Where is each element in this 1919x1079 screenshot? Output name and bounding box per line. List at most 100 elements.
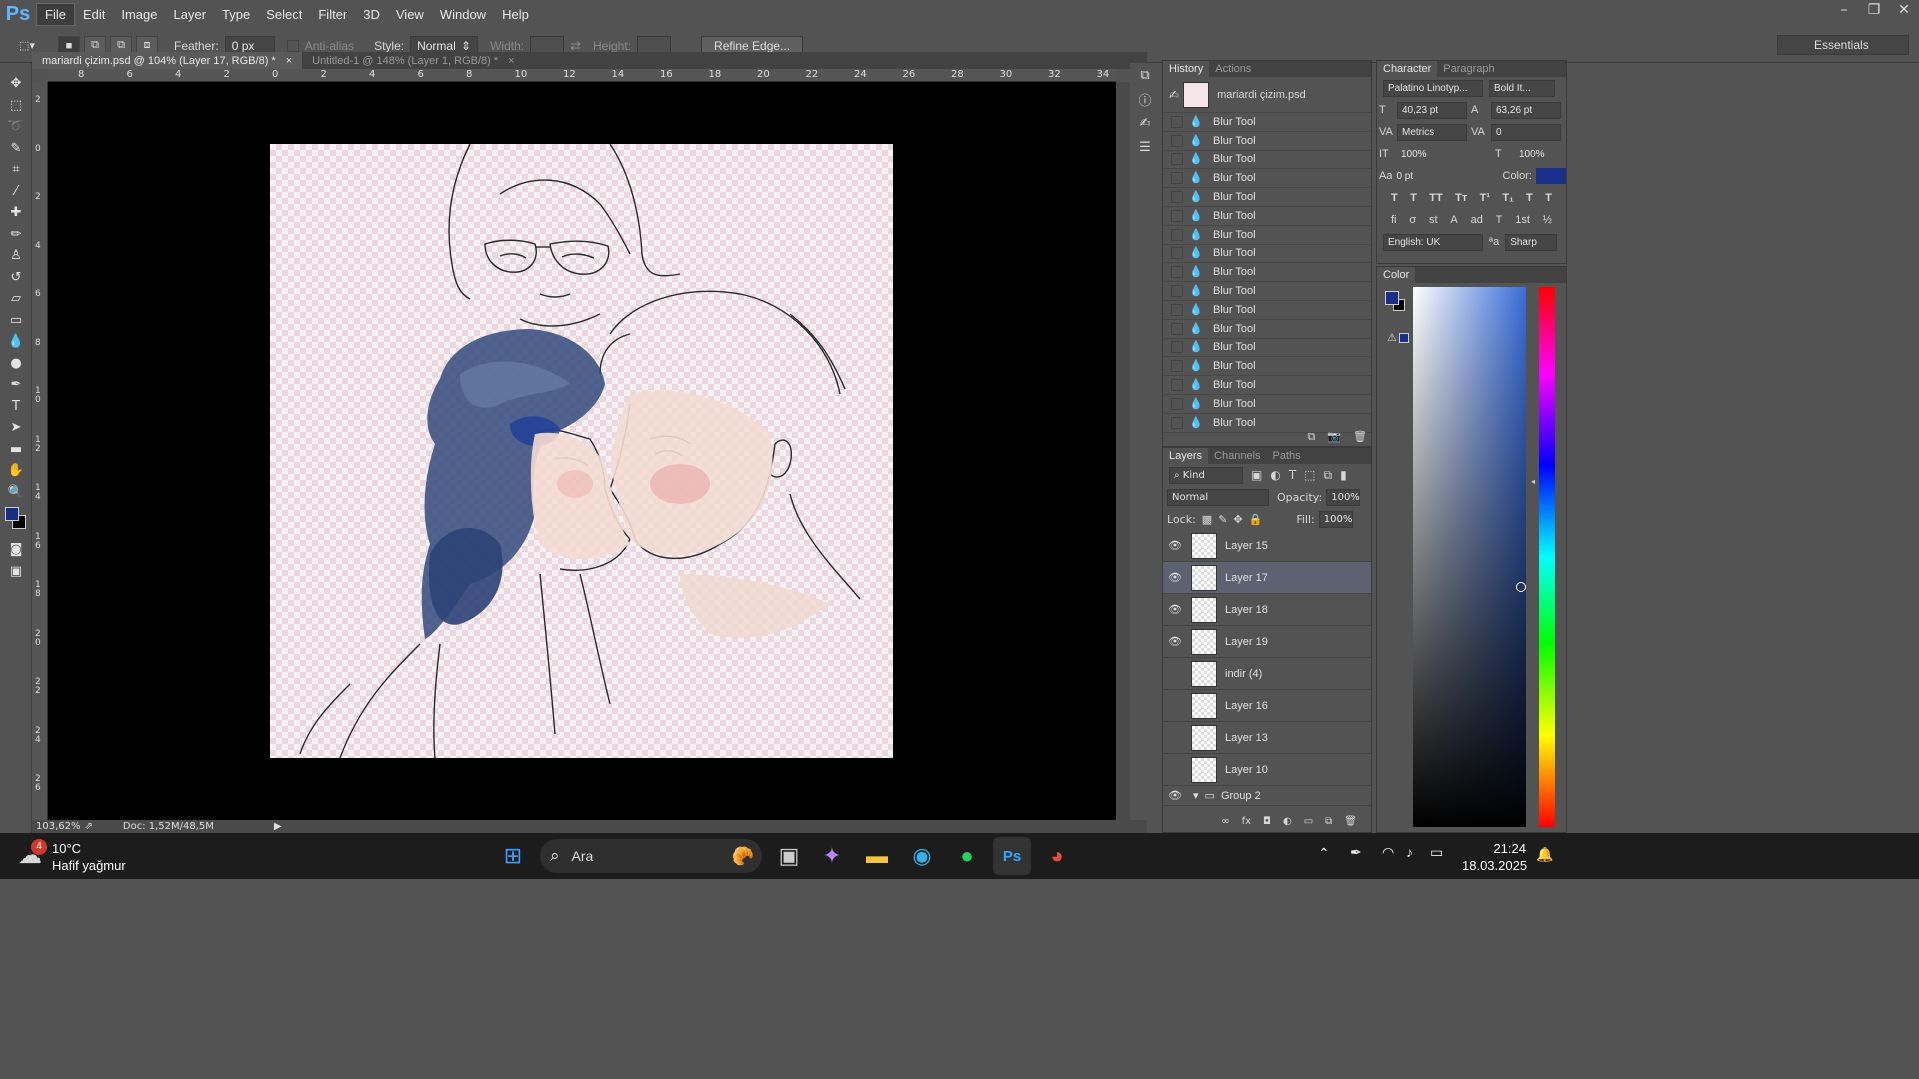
marquee-tool-icon[interactable]: ⬚ — [0, 95, 32, 117]
opentype-button[interactable]: σ — [1409, 214, 1416, 226]
history-snapshot[interactable]: ✍ mariardi çizim.psd — [1163, 77, 1371, 113]
color-swatches[interactable] — [0, 503, 31, 539]
history-brush-source-icon[interactable]: ✍ — [1169, 88, 1179, 102]
trash-icon[interactable]: 🗑 — [1353, 430, 1367, 444]
vertical-scale-input[interactable]: 100% — [1397, 145, 1443, 163]
baseline-shift-input[interactable]: 0 pt — [1392, 167, 1427, 185]
wifi-icon[interactable]: ◠ — [1382, 844, 1394, 861]
history-item[interactable]: 💧 Blur Tool — [1163, 245, 1371, 264]
fx-icon[interactable]: fx — [1242, 816, 1251, 832]
edge-icon[interactable]: ◉ — [903, 837, 941, 875]
menu-3d[interactable]: 3D — [355, 4, 388, 25]
history-source-checkbox[interactable] — [1171, 322, 1183, 335]
filter-smart-icon[interactable]: ⧉ — [1324, 468, 1333, 483]
clock-time[interactable]: 21:24 — [1466, 841, 1526, 856]
color-picker-cursor[interactable] — [1516, 582, 1526, 592]
quick-mask-icon[interactable]: ◙ — [0, 539, 32, 561]
blend-mode-select[interactable]: Normal — [1167, 488, 1269, 506]
menu-window[interactable]: Window — [432, 4, 494, 25]
workspace-select[interactable]: Essentials — [1777, 35, 1909, 55]
blur-tool-icon[interactable]: 💧 — [0, 331, 32, 353]
screen-mode-icon[interactable]: ▣ — [0, 561, 32, 583]
zoom-level[interactable]: 103,62% — [36, 821, 81, 832]
menu-file[interactable]: File — [36, 3, 75, 26]
kerning-select[interactable]: Metrics — [1397, 123, 1467, 141]
weather-temp[interactable]: 10°C — [52, 841, 81, 856]
type-tool-icon[interactable]: T — [0, 396, 32, 418]
history-item[interactable]: 💧 Blur Tool — [1163, 320, 1371, 339]
photoshop-taskbar-icon[interactable]: Ps — [993, 837, 1031, 875]
history-source-checkbox[interactable] — [1171, 228, 1183, 241]
history-source-checkbox[interactable] — [1171, 191, 1183, 204]
antialias-checkbox[interactable] — [286, 39, 299, 52]
lock-position-icon[interactable]: ✥ — [1233, 513, 1242, 526]
close-button[interactable]: ✕ — [1889, 0, 1919, 20]
history-source-checkbox[interactable] — [1171, 397, 1183, 410]
crop-tool-icon[interactable]: ⌗ — [0, 159, 32, 181]
history-source-checkbox[interactable] — [1171, 360, 1183, 373]
eye-icon[interactable]: 👁 — [1163, 635, 1187, 648]
menu-select[interactable]: Select — [258, 4, 310, 25]
tab-paths[interactable]: Paths — [1267, 448, 1307, 464]
history-source-checkbox[interactable] — [1171, 247, 1183, 260]
history-brush-icon[interactable]: ↺ — [0, 267, 32, 289]
layer-row[interactable]: Layer 13 — [1163, 722, 1371, 754]
lock-pixels-icon[interactable]: ✎ — [1218, 513, 1227, 526]
history-item[interactable]: 💧 Blur Tool — [1163, 207, 1371, 226]
type-style-button[interactable]: TT — [1429, 192, 1442, 204]
zoom-tool-icon[interactable]: 🔍 — [0, 482, 32, 504]
type-style-button[interactable]: T₁ — [1502, 192, 1513, 204]
history-source-checkbox[interactable] — [1171, 115, 1183, 128]
color-panel-swatches[interactable] — [1385, 291, 1407, 313]
web-color-icon[interactable] — [1399, 333, 1409, 343]
tab-color[interactable]: Color — [1377, 267, 1416, 283]
fill-input[interactable]: 100% — [1318, 510, 1353, 528]
type-style-button[interactable]: T — [1526, 192, 1533, 204]
history-item[interactable]: 💧 Blur Tool — [1163, 301, 1371, 320]
task-view-icon[interactable]: ▣ — [770, 837, 808, 875]
eraser-tool-icon[interactable]: ▱ — [0, 288, 32, 310]
font-family-select[interactable]: Palatino Linotyp... — [1383, 79, 1483, 97]
menu-help[interactable]: Help — [494, 4, 537, 25]
volume-icon[interactable]: ♪ — [1406, 844, 1413, 860]
menu-view[interactable]: View — [388, 4, 432, 25]
history-source-checkbox[interactable] — [1171, 266, 1183, 279]
history-source-checkbox[interactable] — [1171, 303, 1183, 316]
healing-brush-icon[interactable]: ✚ — [0, 202, 32, 224]
type-style-button[interactable]: T — [1545, 192, 1552, 204]
filter-pixel-icon[interactable]: ▣ — [1251, 468, 1262, 482]
tracking-select[interactable]: 0 — [1491, 123, 1561, 141]
eyedropper-tool-icon[interactable]: ⁄ — [0, 181, 32, 203]
history-source-checkbox[interactable] — [1171, 153, 1183, 166]
foreground-swatch[interactable] — [1385, 291, 1399, 305]
hand-tool-icon[interactable]: ✋ — [0, 460, 32, 482]
type-style-button[interactable]: T — [1391, 192, 1398, 204]
adjustment-layer-icon[interactable]: ◐ — [1283, 816, 1292, 832]
clock-date[interactable]: 18.03.2025 — [1462, 858, 1527, 873]
history-item[interactable]: 💧 Blur Tool — [1163, 226, 1371, 245]
history-item[interactable]: 💧 Blur Tool — [1163, 357, 1371, 377]
doc-tab-active[interactable]: mariardi çizim.psd @ 104% (Layer 17, RGB… — [32, 52, 303, 69]
eye-icon[interactable]: 👁 — [1163, 571, 1187, 584]
lock-transparent-icon[interactable]: ▩ — [1202, 513, 1212, 526]
new-group-icon[interactable]: ▭ — [1304, 816, 1313, 832]
layer-row[interactable]: 👁 Layer 15 — [1163, 530, 1371, 562]
close-tab-icon[interactable]: × — [508, 55, 514, 67]
opentype-button[interactable]: T — [1496, 214, 1503, 226]
move-tool-icon[interactable]: ✥ — [0, 73, 32, 95]
eye-icon[interactable]: 👁 — [1163, 603, 1187, 616]
weather-description[interactable]: Hafif yağmur — [52, 858, 126, 873]
filter-adjust-icon[interactable]: ◐ — [1270, 468, 1280, 482]
gradient-tool-icon[interactable]: ▭ — [0, 310, 32, 332]
leading-input[interactable]: 63,26 pt — [1491, 101, 1561, 119]
shape-tool-icon[interactable]: ▬ — [0, 439, 32, 461]
opentype-button[interactable]: ½ — [1543, 214, 1552, 226]
battery-icon[interactable]: ▭ — [1430, 844, 1443, 861]
history-item[interactable]: 💧 Blur Tool — [1163, 263, 1371, 283]
language-select[interactable]: English: UK — [1383, 233, 1483, 251]
spotify-icon[interactable]: ● — [948, 837, 986, 875]
text-color-swatch[interactable] — [1535, 168, 1566, 184]
layer-row[interactable]: Layer 16 — [1163, 690, 1371, 722]
history-item[interactable]: 💧 Blur Tool — [1163, 113, 1371, 132]
group-row[interactable]: 👁 ▾ ▭ Group 2 — [1163, 786, 1371, 806]
